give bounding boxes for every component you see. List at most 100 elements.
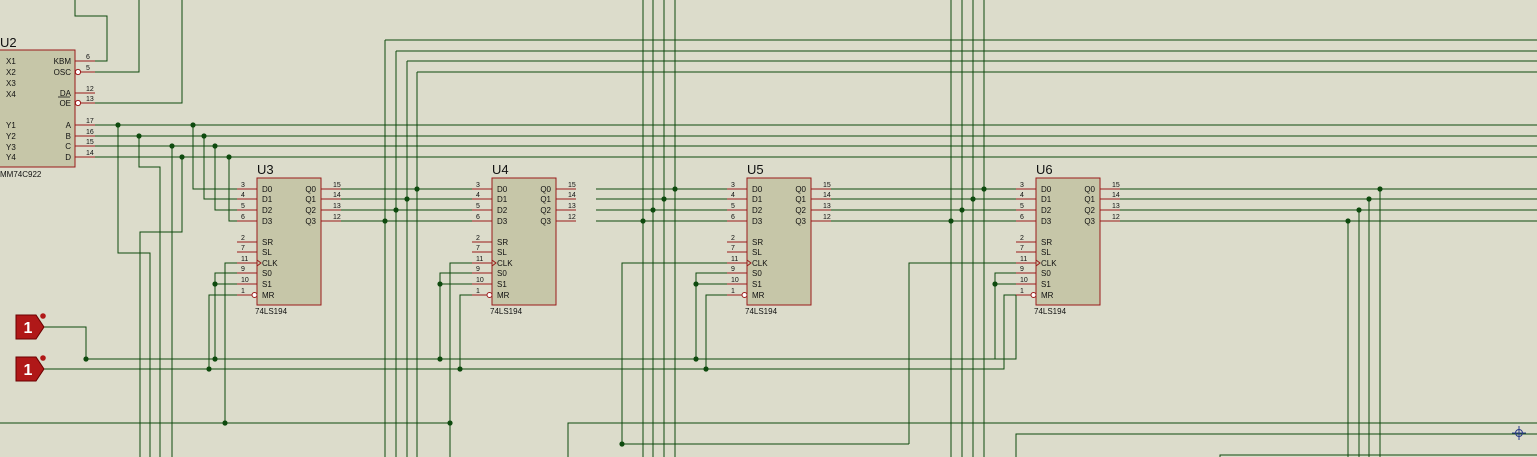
encoder-pin-name: OE [59, 99, 71, 108]
shift-register-pin-name: Q0 [540, 185, 551, 194]
shift-register-pin-number: 3 [731, 182, 735, 189]
junction-dot [672, 186, 678, 192]
wire [214, 146, 237, 211]
encoder-pin-name: Y4 [6, 153, 16, 162]
shift-register-pin-number: 5 [1020, 203, 1024, 210]
shift-register-pin-number: 12 [333, 214, 341, 221]
wire [44, 295, 1005, 370]
wire [449, 262, 472, 423]
shift-register-pin-number: 9 [1020, 266, 1024, 273]
junction-dot [83, 356, 89, 362]
encoder-pin-number: 15 [86, 139, 94, 146]
shift-register-pin-name: D3 [1041, 217, 1052, 226]
junction-dot [661, 196, 667, 202]
encoder-pin-name: A [66, 121, 72, 130]
junction-dot [414, 186, 420, 192]
shift-register-ref: U4 [492, 162, 509, 177]
shift-register-pin-number: 10 [731, 277, 739, 284]
wire [214, 272, 237, 359]
junction-dot [437, 281, 443, 287]
shift-register-pin-name: S1 [752, 280, 762, 289]
wire [459, 294, 472, 369]
shift-register-pin-number: 10 [241, 277, 249, 284]
shift-register-pin-name: Q1 [540, 195, 551, 204]
shift-register-pin-number: 6 [1020, 214, 1024, 221]
junction-dot [169, 143, 175, 149]
cursor-marker [1512, 426, 1526, 440]
junction-dot [1366, 196, 1372, 202]
shift-register-pin-name: D1 [752, 195, 763, 204]
wire [567, 422, 1537, 457]
junction-dot [457, 366, 463, 372]
junction-dot [136, 133, 142, 139]
shift-register-pin-name: D1 [497, 195, 508, 204]
shift-register-pin-number: 11 [241, 256, 248, 263]
shift-register-ref: U6 [1036, 162, 1053, 177]
shift-register-pin-number: 10 [476, 277, 484, 284]
shift-register-pin-name: D0 [262, 185, 273, 194]
shift-register-pin-name: MR [752, 291, 765, 300]
shift-register-pin-number: 11 [476, 256, 483, 263]
shift-register-pin-number: 4 [1020, 192, 1024, 199]
shift-register-pin-name: SL [1041, 248, 1051, 257]
encoder-ref: U2 [0, 35, 17, 50]
junction-dot [404, 196, 410, 202]
shift-register-pin-name: SL [262, 248, 272, 257]
shift-register-pin-name: SR [497, 238, 508, 247]
shift-register-pin-number: 14 [1112, 192, 1120, 199]
wire [224, 262, 237, 423]
shift-register-pin-number: 6 [476, 214, 480, 221]
wire [695, 272, 727, 359]
shift-register-ref: U5 [747, 162, 764, 177]
junction-dot [703, 366, 709, 372]
shift-register-pin-number: 7 [476, 245, 480, 252]
logic-state-value: 1 [24, 320, 33, 337]
shift-register-pin-number: 12 [1112, 214, 1120, 221]
shift-register-pin-name: MR [497, 291, 510, 300]
shift-register-pin-number: 4 [476, 192, 480, 199]
shift-register-pin-name: CLK [497, 259, 513, 268]
shift-register-pin-number: 13 [333, 203, 341, 210]
junction-dot [382, 218, 388, 224]
shift-register-pin-number: 13 [823, 203, 831, 210]
shift-register-pin-name: D3 [497, 217, 508, 226]
shift-register-pin-name: Q1 [1084, 195, 1095, 204]
junction-dot [981, 186, 987, 192]
encoder-pin-number: 16 [86, 129, 94, 136]
logic-state-source: 1 [15, 313, 46, 340]
shift-register-pin-name: Q2 [795, 206, 806, 215]
shift-register-pin-number: 4 [731, 192, 735, 199]
junction-dot [693, 281, 699, 287]
shift-register-pin-name: CLK [262, 259, 278, 268]
shift-register-pin-number: 14 [333, 192, 341, 199]
junction-dot [1356, 207, 1362, 213]
logic-state-indicator [40, 355, 46, 361]
encoder-pin-number: 12 [86, 86, 94, 93]
shift-register-pin-name: D0 [752, 185, 763, 194]
junction-dot [693, 356, 699, 362]
schematic-canvas[interactable]: U2MM74C922X1X2X3X4Y1Y2Y3Y4KBM 6OSC 5DA 12OE… [0, 0, 1537, 457]
encoder-pin-number: 17 [86, 118, 94, 125]
inverter-bubble [74, 68, 82, 76]
shift-register-pin-name: D2 [497, 206, 508, 215]
shift-register-pin-name: Q0 [1084, 185, 1095, 194]
logic-state-source: 1 [15, 355, 46, 382]
junction-dot [206, 366, 212, 372]
wire [0, 422, 451, 457]
junction-dot [959, 207, 965, 213]
shift-register-pin-number: 6 [241, 214, 245, 221]
shift-register-pin-name: CLK [1041, 259, 1057, 268]
shift-register-part: 74LS194 [1034, 307, 1067, 316]
shift-register-pin-name: D3 [752, 217, 763, 226]
encoder-pin-name: D [65, 153, 71, 162]
shift-register-pin-name: Q3 [1084, 217, 1095, 226]
shift-register-pin-number: 15 [333, 182, 341, 189]
shift-register-ref: U3 [257, 162, 274, 177]
shift-register-pin-name: D1 [1041, 195, 1052, 204]
shift-register-pin-number: 2 [476, 235, 480, 242]
shift-register-pin-name: D0 [1041, 185, 1052, 194]
shift-register-pin-number: 1 [476, 288, 480, 295]
shift-register-pin-number: 11 [731, 256, 738, 263]
encoder-pin-number: 13 [86, 96, 94, 103]
wire [203, 136, 237, 200]
